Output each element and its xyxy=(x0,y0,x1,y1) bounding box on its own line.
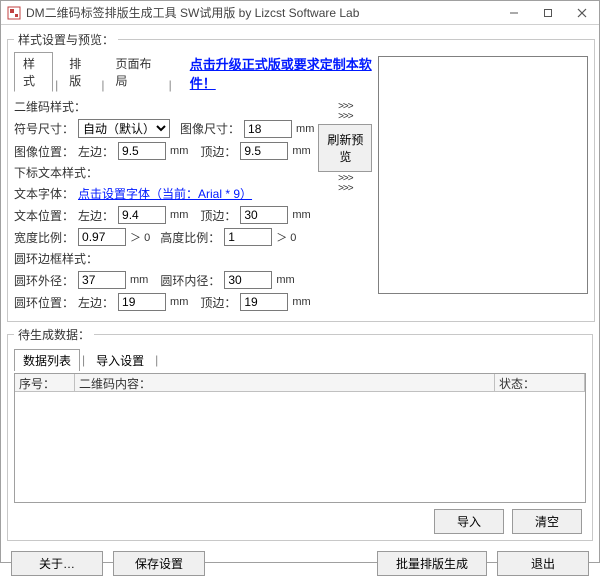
text-pos-label: 文本位置： xyxy=(14,207,74,224)
maximize-button[interactable] xyxy=(531,2,565,24)
upgrade-link[interactable]: 点击升级正式版或要求定制本软件！ xyxy=(190,54,373,92)
wscale-input[interactable] xyxy=(78,228,126,246)
image-top-input[interactable] xyxy=(240,142,288,160)
tab-layout[interactable]: 排版 xyxy=(60,52,99,92)
titlebar: DM二维码标签排版生成工具 SW试用版 by Lizcst Software L… xyxy=(1,1,599,25)
col-status[interactable]: 状态： xyxy=(495,374,585,391)
left-label: 左边： xyxy=(78,143,114,160)
symbol-size-label: 符号尺寸： xyxy=(14,120,74,137)
text-left-input[interactable] xyxy=(118,206,166,224)
ring-left-input[interactable] xyxy=(118,293,166,311)
minimize-button[interactable] xyxy=(497,2,531,24)
ring-inner-label: 圆环内径： xyxy=(160,272,220,289)
save-settings-button[interactable]: 保存设置 xyxy=(113,551,205,576)
ring-top-input[interactable] xyxy=(240,293,288,311)
unit-mm: mm xyxy=(296,123,314,135)
style-tabs: 样式 | 排版 | 页面布局 | 点击升级正式版或要求定制本软件！ xyxy=(14,52,372,92)
font-label: 文本字体： xyxy=(14,185,74,202)
tab-page[interactable]: 页面布局 xyxy=(106,52,166,92)
bottom-bar: 关于… 保存设置 批量排版生成 退出 xyxy=(7,545,593,578)
chevron-right-icon: >>>>>> xyxy=(338,174,353,194)
tab-data-list[interactable]: 数据列表 xyxy=(14,349,80,371)
chevron-right-icon: >>>>>> xyxy=(338,102,353,122)
col-content[interactable]: 二维码内容： xyxy=(75,374,495,391)
tab-import-settings[interactable]: 导入设置 xyxy=(87,349,153,371)
ring-pos-label: 圆环位置： xyxy=(14,294,74,311)
refresh-preview-button[interactable]: 刷新预览 xyxy=(318,124,372,172)
data-group-legend: 待生成数据： xyxy=(14,326,94,343)
exit-button[interactable]: 退出 xyxy=(497,551,589,576)
font-link[interactable]: 点击设置字体（当前：Arial * 9） xyxy=(78,185,252,202)
about-button[interactable]: 关于… xyxy=(11,551,103,576)
settings-preview-legend: 样式设置与预览： xyxy=(14,31,118,48)
clear-button[interactable]: 清空 xyxy=(512,509,582,534)
image-left-input[interactable] xyxy=(118,142,166,160)
settings-preview-group: 样式设置与预览： 样式 | 排版 | 页面布局 | 点击升级正式版或要求定制本软… xyxy=(7,31,595,322)
import-button[interactable]: 导入 xyxy=(434,509,504,534)
ring-inner-input[interactable] xyxy=(224,271,272,289)
col-index[interactable]: 序号： xyxy=(15,374,75,391)
image-pos-label: 图像位置： xyxy=(14,143,74,160)
data-tabs: 数据列表 | 导入设置 | xyxy=(14,349,586,371)
app-icon xyxy=(7,6,21,20)
refresh-column: >>>>>> 刷新预览 >>>>>> xyxy=(318,96,372,315)
ring-outer-input[interactable] xyxy=(78,271,126,289)
preview-canvas xyxy=(378,56,588,294)
grid-header: 序号： 二维码内容： 状态： xyxy=(15,374,585,392)
window-title: DM二维码标签排版生成工具 SW试用版 by Lizcst Software L… xyxy=(26,4,497,21)
qr-style-title: 二维码样式： xyxy=(14,98,314,115)
ring-outer-label: 圆环外径： xyxy=(14,272,74,289)
hscale-label: 高度比例： xyxy=(160,229,220,246)
data-group: 待生成数据： 数据列表 | 导入设置 | 序号： 二维码内容： 状态： 导入 清… xyxy=(7,326,593,541)
symbol-size-select[interactable]: 自动（默认） xyxy=(78,119,170,138)
wscale-label: 宽度比例： xyxy=(14,229,74,246)
batch-generate-button[interactable]: 批量排版生成 xyxy=(377,551,487,576)
image-size-label: 图像尺寸： xyxy=(180,120,240,137)
text-top-input[interactable] xyxy=(240,206,288,224)
ring-title: 圆环边框样式： xyxy=(14,250,314,267)
image-size-input[interactable] xyxy=(244,120,292,138)
close-button[interactable] xyxy=(565,2,599,24)
tab-style[interactable]: 样式 xyxy=(14,52,53,92)
top-label: 顶边： xyxy=(200,143,236,160)
data-grid[interactable]: 序号： 二维码内容： 状态： xyxy=(14,373,586,503)
hscale-input[interactable] xyxy=(224,228,272,246)
subtext-title: 下标文本样式： xyxy=(14,164,314,181)
